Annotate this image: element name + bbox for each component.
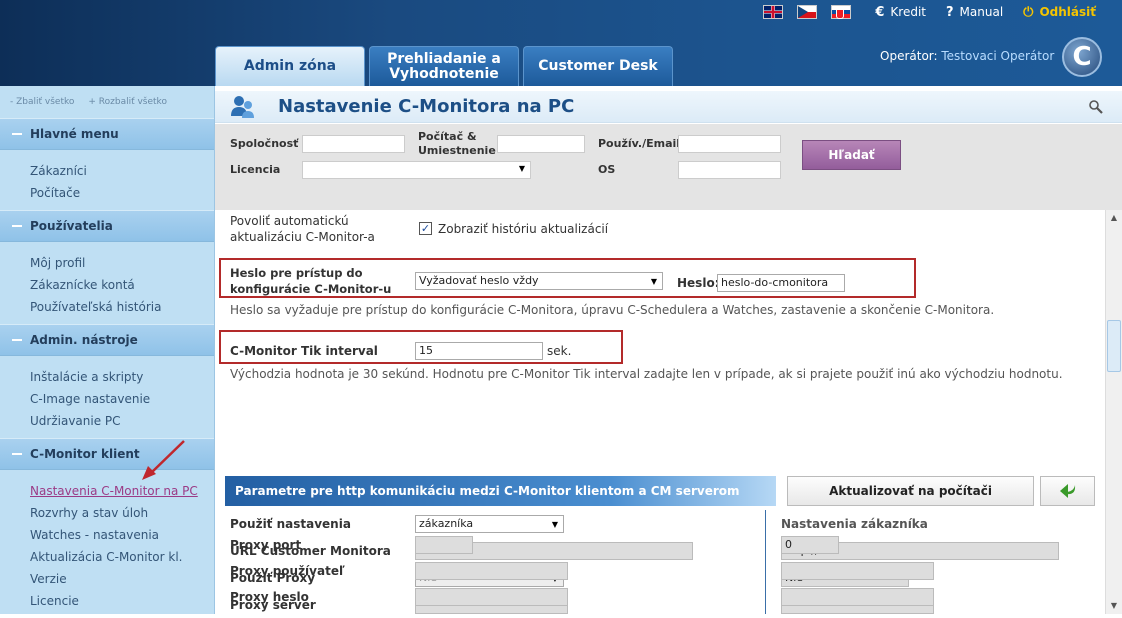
sidebar-item-cmonitor-settings[interactable]: Nastavenia C-Monitor na PC <box>30 480 214 502</box>
company-label: Spoločnosť <box>230 137 299 150</box>
sidebar-item-schedules[interactable]: Rozvrhy a stav úloh <box>30 502 214 524</box>
tick-unit: sek. <box>547 344 572 358</box>
help-icon: ? <box>946 4 954 20</box>
sidebar-section-admin-tools[interactable]: Admin. nástroje <box>0 324 214 356</box>
password-label: Heslo pre prístup do konfigurácie C-Moni… <box>230 266 392 296</box>
sidebar-item-pc-maintenance[interactable]: Udržiavanie PC <box>30 410 214 432</box>
sidebar-item-my-profile[interactable]: Môj profil <box>30 252 214 274</box>
tab-customer-desk[interactable]: Customer Desk <box>523 46 673 86</box>
collapse-icon <box>12 339 22 341</box>
app-logo: C <box>1062 37 1102 77</box>
content-scrollbar[interactable]: ▲ ▼ <box>1105 210 1122 614</box>
main-content: Nastavenie C-Monitora na PC Spoločnosť P… <box>215 86 1122 614</box>
sidebar-item-watches[interactable]: Watches - nastavenia <box>30 524 214 546</box>
password-hint: Heslo sa vyžaduje pre prístup do konfigu… <box>230 303 995 317</box>
sidebar-section-items: Inštalácie a skripty C-Image nastavenie … <box>0 356 214 438</box>
euro-icon: € <box>875 4 885 20</box>
show-history-label: Zobraziť históriu aktualizácií <box>438 222 609 236</box>
show-history-checkbox[interactable]: ✓ <box>419 222 432 235</box>
tick-interval-label: C-Monitor Tik interval <box>230 344 378 358</box>
sidebar-item-user-history[interactable]: Používateľská história <box>30 296 214 318</box>
sidebar-item-computers[interactable]: Počítače <box>30 182 214 204</box>
slovak-flag-icon[interactable] <box>831 5 852 19</box>
proxy-port-label: Proxy port <box>230 538 302 552</box>
page-title: Nastavenie C-Monitora na PC <box>278 96 575 117</box>
update-on-computer-button[interactable]: Aktualizovať na počítači <box>787 476 1034 506</box>
sidebar-item-cimage-settings[interactable]: C-Image nastavenie <box>30 388 214 410</box>
operator-name[interactable]: Testovaci Operátor <box>941 49 1054 63</box>
sidebar-item-licenses[interactable]: Licencie <box>30 590 214 612</box>
header: € Kredit ? Manual ⏻ Odhlásiť Admin zóna Pre… <box>0 0 1122 86</box>
sidebar-section-items: Zákazníci Počítače <box>0 150 214 210</box>
proxy-password-label: Proxy heslo <box>230 590 309 604</box>
use-settings-label: Použiť nastavenia <box>230 517 351 531</box>
revert-button[interactable] <box>1040 476 1095 506</box>
english-flag-icon[interactable] <box>763 5 784 19</box>
tab-admin-zone[interactable]: Admin zóna <box>215 46 365 86</box>
logout-link[interactable]: ⏻ Odhlásiť <box>1023 5 1096 20</box>
search-button[interactable]: Hľadať <box>802 140 901 170</box>
scroll-down-icon[interactable]: ▼ <box>1106 598 1122 614</box>
os-input[interactable] <box>678 161 781 179</box>
search-icon[interactable] <box>1088 99 1104 115</box>
sidebar-section-items: Nastavenia C-Monitor na PC Rozvrhy a sta… <box>0 470 214 618</box>
proxy-password-input[interactable] <box>415 588 568 606</box>
scroll-thumb[interactable] <box>1107 320 1121 372</box>
company-input[interactable] <box>302 135 405 153</box>
customer-settings-label: Nastavenia zákazníka <box>781 517 928 531</box>
undo-arrow-icon <box>1059 484 1075 498</box>
customer-proxy-password-input <box>781 588 934 606</box>
power-icon: ⏻ <box>1023 4 1034 20</box>
password-field-label: Heslo: <box>677 276 720 290</box>
http-section-header: Parametre pre http komunikáciu medzi C-M… <box>225 476 776 506</box>
os-label: OS <box>598 163 616 176</box>
operator-info: Operátor: Testovaci Operátor <box>880 49 1055 63</box>
users-settings-icon <box>231 95 254 118</box>
collapse-icon <box>12 453 22 455</box>
sidebar-toggle-bar: - Zbaliť všetko + Rozbaliť všetko <box>0 86 214 118</box>
manual-link[interactable]: ? Manual <box>946 5 1003 20</box>
sidebar-section-users[interactable]: Používatelia <box>0 210 214 242</box>
czech-flag-icon[interactable] <box>797 5 818 19</box>
collapse-all-link[interactable]: - Zbaliť všetko <box>10 97 74 107</box>
customer-proxy-user-input <box>781 562 934 580</box>
license-select[interactable] <box>302 161 531 179</box>
auto-update-label: Povoliť automatickú aktualizáciu C-Monit… <box>230 214 375 244</box>
scroll-up-icon[interactable]: ▲ <box>1106 210 1122 226</box>
main-tabs: Admin zóna Prehliadanie a Vyhodnotenie C… <box>215 46 673 86</box>
sidebar-item-installs-scripts[interactable]: Inštalácie a skripty <box>30 366 214 388</box>
proxy-user-input[interactable] <box>415 562 568 580</box>
computer-label: Počítač & Umiestnenie <box>418 130 496 157</box>
top-bar: € Kredit ? Manual ⏻ Odhlásiť <box>763 0 1122 24</box>
proxy-user-label: Proxy používateľ <box>230 564 345 578</box>
password-mode-select[interactable]: Vyžadovať heslo vždy <box>415 272 663 290</box>
tick-interval-input[interactable]: 15 <box>415 342 543 360</box>
sidebar-section-main-menu[interactable]: Hlavné menu <box>0 118 214 150</box>
expand-all-link[interactable]: + Rozbaliť všetko <box>88 97 167 107</box>
password-input[interactable]: heslo-do-cmonitora <box>717 274 845 292</box>
annotation-arrow-icon <box>142 440 185 480</box>
page-title-bar: Nastavenie C-Monitora na PC <box>215 91 1122 123</box>
kredit-link[interactable]: € Kredit <box>875 5 926 20</box>
filter-panel: Spoločnosť Počítač & Umiestnenie Použív.… <box>215 124 1122 210</box>
collapse-icon <box>12 225 22 227</box>
user-input[interactable] <box>678 135 781 153</box>
sidebar-item-versions[interactable]: Verzie <box>30 568 214 590</box>
collapse-icon <box>12 133 22 135</box>
column-divider <box>765 576 766 614</box>
sidebar-section-items: Môj profil Zákaznícke kontá Používateľsk… <box>0 242 214 324</box>
license-label: Licencia <box>230 163 281 176</box>
settings-form: Povoliť automatickú aktualizáciu C-Monit… <box>215 210 1105 614</box>
customer-proxy-port-input: 0 <box>781 536 839 554</box>
sidebar-item-customers[interactable]: Zákazníci <box>30 160 214 182</box>
computer-input[interactable] <box>497 135 585 153</box>
sidebar-item-cmonitor-update[interactable]: Aktualizácia C-Monitor kl. <box>30 546 214 568</box>
sidebar-item-customer-accounts[interactable]: Zákaznícke kontá <box>30 274 214 296</box>
user-label: Použív./Email <box>598 137 681 150</box>
use-settings-select[interactable]: zákazníka <box>415 515 564 533</box>
sidebar: - Zbaliť všetko + Rozbaliť všetko Hlavné… <box>0 86 215 614</box>
tab-overview-evaluation[interactable]: Prehliadanie a Vyhodnotenie <box>369 46 519 86</box>
proxy-port-input[interactable] <box>415 536 473 554</box>
tick-hint: Východzia hodnota je 30 sekúnd. Hodnotu … <box>230 367 1063 381</box>
